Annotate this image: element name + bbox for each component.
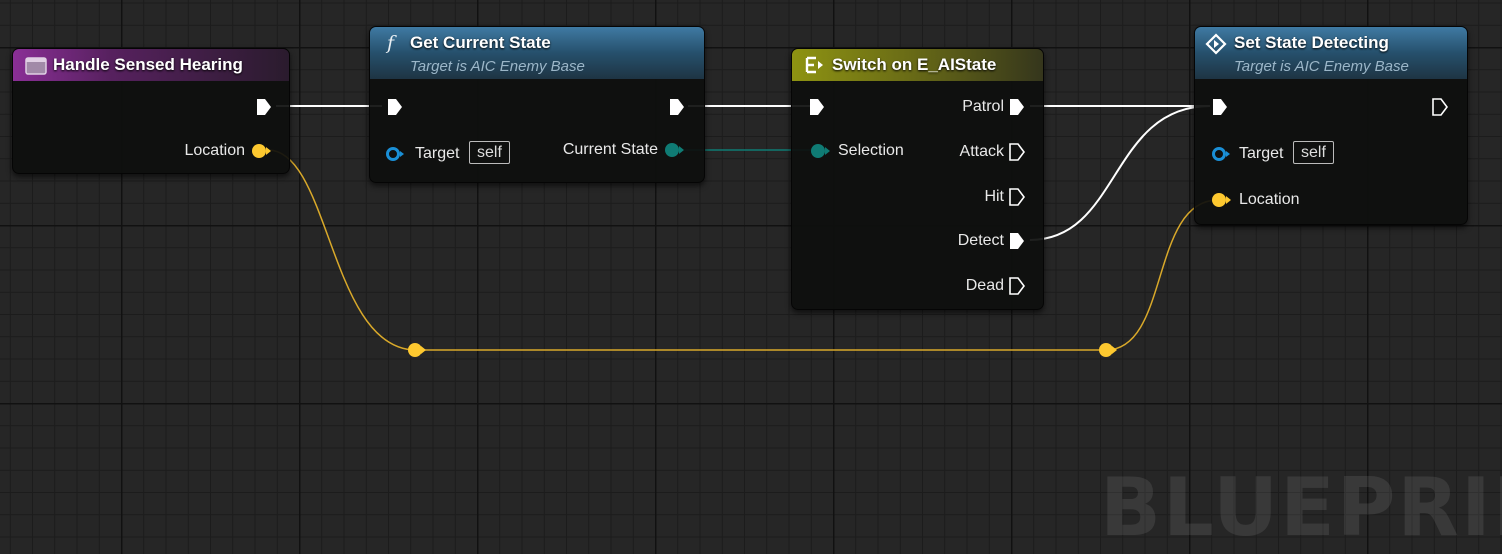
node-title: Switch on E_AIState [832,55,997,74]
case-label-hit: Hit [984,188,1004,205]
exec-out-pin[interactable] [1431,97,1449,122]
case-out-pin-hit[interactable] [1008,187,1026,212]
node-title: Handle Sensed Hearing [53,55,243,74]
node-subtitle: Target is AIC Enemy Base [410,58,585,75]
target-in-pin[interactable] [385,146,407,167]
selection-label: Selection [838,142,904,159]
location-label: Location [1239,191,1300,208]
diamond-icon [1205,33,1227,60]
exec-in-pin[interactable] [1211,97,1229,122]
exec-in-pin[interactable] [808,97,826,122]
case-label-detect: Detect [957,232,1004,249]
case-label-dead: Dead [965,277,1004,294]
reroute-knot-right[interactable] [1099,343,1117,357]
target-label: Target [415,145,460,162]
function-icon: f [384,32,404,59]
node-subtitle: Target is AIC Enemy Base [1234,58,1409,75]
target-label: Target [1239,145,1284,162]
target-in-pin[interactable] [1211,146,1233,167]
switch-node-e-aistate[interactable]: Switch on E_AIState Selection Patrol Att… [791,48,1044,310]
case-out-pin-detect[interactable] [1008,231,1026,256]
case-out-pin-attack[interactable] [1008,142,1026,167]
location-label: Location [184,142,246,159]
case-out-pin-dead[interactable] [1008,276,1026,301]
exec-in-pin[interactable] [386,97,404,122]
event-icon [25,57,47,80]
target-self-field[interactable]: self [1293,141,1334,164]
target-self-field[interactable]: self [469,141,510,164]
function-node-get-current-state[interactable]: f Get Current State Target is AIC Enemy … [369,26,705,183]
exec-out-pin[interactable] [255,97,273,122]
selection-in-pin[interactable] [810,143,832,164]
case-out-pin-patrol[interactable] [1008,97,1026,122]
node-title: Get Current State [410,33,551,52]
location-out-pin[interactable] [251,143,273,164]
function-node-set-state-detecting[interactable]: Set State Detecting Target is AIC Enemy … [1194,26,1468,225]
case-label-patrol: Patrol [962,98,1004,115]
node-title: Set State Detecting [1234,33,1389,52]
svg-text:f: f [385,32,397,54]
current-state-label: Current State [562,141,658,158]
current-state-out-pin[interactable] [664,142,686,163]
switch-icon [804,55,826,80]
location-in-pin[interactable] [1211,192,1233,213]
reroute-knot-left[interactable] [408,343,426,357]
exec-out-pin[interactable] [668,97,686,122]
event-node-handle-sensed-hearing[interactable]: Handle Sensed Hearing Location [12,48,290,174]
case-label-attack: Attack [959,143,1004,160]
